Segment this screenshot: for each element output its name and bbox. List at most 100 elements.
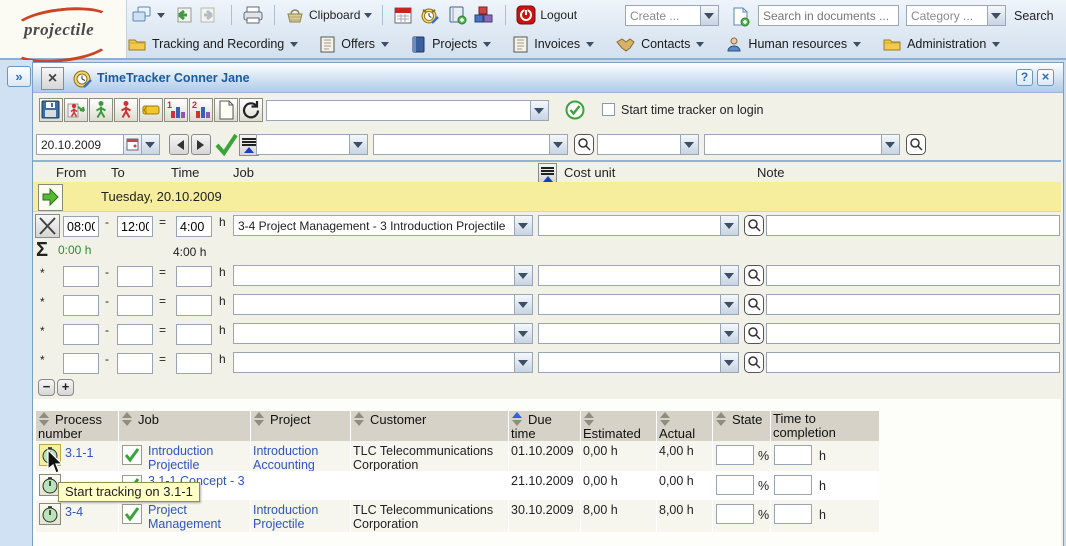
blank-cost-select[interactable] bbox=[538, 352, 739, 373]
job-link[interactable]: Project Management bbox=[148, 503, 248, 531]
sort-icon-ascending[interactable] bbox=[511, 412, 523, 426]
sort-icon[interactable] bbox=[121, 412, 133, 426]
menu-human-resources[interactable]: Human resources bbox=[726, 36, 861, 52]
entry-hours-input[interactable] bbox=[176, 216, 212, 237]
start-day-tracking-button[interactable] bbox=[38, 184, 63, 211]
go-button[interactable] bbox=[114, 98, 138, 122]
report-2-button[interactable]: 2 bbox=[189, 98, 213, 122]
blank-from-input[interactable] bbox=[63, 295, 99, 316]
blank-from-input[interactable] bbox=[63, 353, 99, 374]
date-picker[interactable]: 20.10.2009 bbox=[36, 134, 160, 155]
sidebar-expand-button[interactable]: » bbox=[7, 66, 31, 87]
entry-cost-select[interactable] bbox=[538, 215, 739, 236]
blank-cost-select[interactable] bbox=[538, 294, 739, 315]
blank-note-input[interactable] bbox=[766, 294, 1060, 315]
filter-select-1[interactable] bbox=[256, 134, 368, 155]
confirm-circle-icon[interactable] bbox=[565, 100, 585, 120]
save-button[interactable] bbox=[39, 98, 63, 122]
notebook-add-button[interactable] bbox=[444, 3, 470, 27]
come-button[interactable] bbox=[89, 98, 113, 122]
category-select[interactable]: Category ... bbox=[906, 5, 1006, 26]
create-select[interactable]: Create ... bbox=[625, 5, 719, 26]
blank-from-input[interactable] bbox=[63, 266, 99, 287]
process-link[interactable]: 3-4 bbox=[65, 505, 83, 519]
blank-cost-select[interactable] bbox=[538, 323, 739, 344]
blank-cost-search-button[interactable] bbox=[744, 265, 764, 286]
search-button[interactable]: Search bbox=[1014, 9, 1054, 23]
window-help-button[interactable]: ? bbox=[1016, 69, 1033, 86]
check-in-out-button[interactable] bbox=[64, 98, 88, 122]
completion-input[interactable] bbox=[774, 475, 812, 495]
th-state[interactable]: State bbox=[713, 411, 771, 441]
calendar-picker-button[interactable] bbox=[123, 135, 142, 154]
sort-icon[interactable] bbox=[715, 412, 727, 426]
job-done-button[interactable] bbox=[122, 445, 142, 465]
th-estimated-time[interactable]: Estimated time bbox=[581, 411, 657, 441]
filter-select-4[interactable] bbox=[704, 134, 900, 155]
menu-projects[interactable]: Projects bbox=[411, 36, 491, 53]
job-link[interactable]: Introduction Projectile bbox=[148, 444, 248, 472]
filter-select-2[interactable] bbox=[373, 134, 568, 155]
entry-note-input[interactable] bbox=[766, 215, 1060, 236]
blank-note-input[interactable] bbox=[766, 352, 1060, 373]
previous-day-button[interactable] bbox=[169, 134, 189, 155]
blank-to-input[interactable] bbox=[117, 324, 153, 345]
th-time-to-completion[interactable]: Time to completion bbox=[771, 411, 879, 441]
remove-row-button[interactable]: − bbox=[38, 379, 55, 396]
start-tracking-button[interactable] bbox=[39, 503, 61, 525]
delete-entry-button[interactable] bbox=[35, 214, 60, 238]
filter-search-button-2[interactable] bbox=[906, 134, 926, 155]
state-input[interactable] bbox=[716, 445, 754, 465]
blank-cost-search-button[interactable] bbox=[744, 352, 764, 373]
th-project[interactable]: Project bbox=[251, 411, 351, 441]
th-actual-time[interactable]: Actual time bbox=[657, 411, 713, 441]
menu-contacts[interactable]: Contacts bbox=[616, 37, 704, 52]
add-row-button[interactable]: + bbox=[57, 379, 74, 396]
blank-job-select[interactable] bbox=[233, 294, 533, 315]
blank-job-select[interactable] bbox=[233, 265, 533, 286]
blank-hours-input[interactable] bbox=[176, 353, 212, 374]
blank-cost-select[interactable] bbox=[538, 265, 739, 286]
menu-administration[interactable]: Administration bbox=[883, 36, 1000, 52]
state-input[interactable] bbox=[716, 475, 754, 495]
refresh-button[interactable] bbox=[239, 98, 263, 122]
apply-date-button[interactable] bbox=[213, 132, 239, 157]
project-link[interactable]: Introduction Accounting bbox=[251, 441, 351, 471]
window-close-button-left[interactable]: × bbox=[41, 67, 64, 90]
process-link[interactable]: 3.1-1 bbox=[65, 446, 94, 460]
entry-to-input[interactable] bbox=[117, 216, 153, 237]
blank-to-input[interactable] bbox=[117, 295, 153, 316]
blank-cost-search-button[interactable] bbox=[744, 294, 764, 315]
filter-search-button-1[interactable] bbox=[574, 134, 594, 155]
job-done-button[interactable] bbox=[122, 504, 142, 524]
start-on-login-checkbox[interactable] bbox=[602, 103, 615, 116]
blank-note-input[interactable] bbox=[766, 265, 1060, 286]
sort-cost-button[interactable] bbox=[538, 163, 557, 183]
erase-button[interactable] bbox=[139, 98, 163, 122]
new-document-button[interactable] bbox=[727, 4, 753, 29]
entry-cost-search-button[interactable] bbox=[744, 215, 764, 236]
print-button[interactable] bbox=[239, 3, 267, 27]
blank-job-select[interactable] bbox=[233, 323, 533, 344]
menu-offers[interactable]: Offers bbox=[320, 36, 389, 53]
th-customer[interactable]: Customer bbox=[351, 411, 509, 441]
entry-job-select[interactable]: 3-4 Project Management - 3 Introduction … bbox=[233, 215, 533, 236]
blank-from-input[interactable] bbox=[63, 324, 99, 345]
window-close-button[interactable]: × bbox=[1037, 69, 1054, 86]
back-button[interactable] bbox=[168, 3, 196, 27]
project-link[interactable] bbox=[251, 471, 351, 500]
calendar-button[interactable] bbox=[390, 3, 416, 27]
clipboard-menu[interactable]: Clipboard bbox=[282, 3, 375, 27]
modules-button[interactable] bbox=[470, 3, 498, 27]
window-menu-button[interactable] bbox=[128, 3, 168, 27]
time-tracker-button[interactable] bbox=[416, 3, 444, 27]
forward-button[interactable] bbox=[196, 3, 224, 27]
state-input[interactable] bbox=[716, 504, 754, 524]
th-process-number[interactable]: Process number bbox=[36, 411, 119, 441]
search-input[interactable] bbox=[758, 5, 899, 26]
th-job[interactable]: Job bbox=[119, 411, 251, 441]
menu-tracking-and-recording[interactable]: Tracking and Recording bbox=[128, 36, 298, 52]
blank-hours-input[interactable] bbox=[176, 324, 212, 345]
logout-button[interactable]: Logout bbox=[513, 3, 580, 27]
blank-to-input[interactable] bbox=[117, 353, 153, 374]
